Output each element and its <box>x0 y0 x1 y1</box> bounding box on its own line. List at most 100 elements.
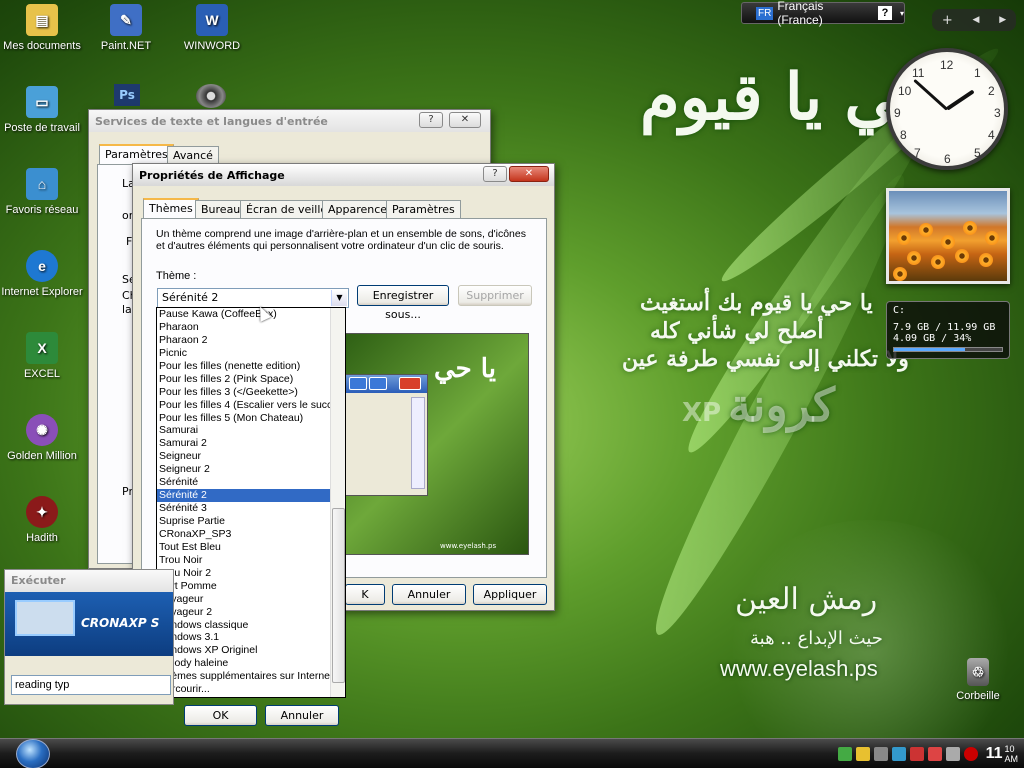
tray-volume-icon[interactable] <box>873 747 888 761</box>
tray-shield-icon[interactable] <box>855 747 870 761</box>
theme-option[interactable]: Picnic <box>157 347 345 360</box>
preview-calligraphy: يا حي <box>434 354 496 384</box>
theme-option[interactable]: Suprise Partie <box>157 515 345 528</box>
services-close-button[interactable]: ✕ <box>449 112 481 128</box>
tray-security-icon[interactable] <box>963 747 978 761</box>
theme-option[interactable]: Sérénité 3 <box>157 502 345 515</box>
theme-option[interactable]: Vert Pomme <box>157 580 345 593</box>
desktop-icon-poste-de-travail[interactable]: ▭ Poste de travail <box>0 86 84 134</box>
desktop-icon-excel[interactable]: X EXCEL <box>0 332 84 380</box>
dropdown-scroll-thumb[interactable] <box>332 508 345 683</box>
theme-option[interactable]: Windows classique <box>157 619 345 632</box>
theme-option[interactable]: Seigneur 2 <box>157 463 345 476</box>
media-icon[interactable] <box>196 84 226 108</box>
photo-gadget[interactable] <box>886 188 1010 284</box>
theme-option[interactable]: Sérénité 2 <box>157 489 345 503</box>
tab-ecran-de-veille[interactable]: Écran de veille <box>240 200 334 218</box>
theme-option[interactable]: Windows XP Originel <box>157 644 345 657</box>
tab-parametres[interactable]: Paramètres <box>99 144 174 164</box>
tray-update-icon[interactable] <box>909 747 924 761</box>
theme-option[interactable]: Pour les filles 2 (Pink Space) <box>157 373 345 386</box>
recycle-bin-icon: ♲ <box>967 658 989 686</box>
theme-option[interactable]: Pour les filles 4 (Escalier vers le succ <box>157 399 345 412</box>
sidebar-add-icon[interactable]: + <box>942 13 953 28</box>
tray-bluetooth-icon[interactable] <box>945 747 960 761</box>
theme-dropdown-list[interactable]: Pause Kawa (CoffeeBox) Pharaon Pharaon 2 Pi… <box>156 307 346 698</box>
theme-label: Thème : <box>156 270 197 282</box>
display-ok-button[interactable]: K <box>345 584 385 605</box>
desktop-icon-favoris-reseau[interactable]: ⌂ Favoris réseau <box>0 168 84 216</box>
theme-option[interactable]: Pour les filles 5 (Mon Chateau) <box>157 412 345 425</box>
clock-hour[interactable]: 11 <box>986 745 1003 763</box>
tab-themes[interactable]: Thèmes <box>143 198 199 218</box>
desktop-icon-internet-explorer[interactable]: e Internet Explorer <box>0 250 84 298</box>
desktop-icon-mes-documents[interactable]: ▤ Mes documents <box>0 4 84 52</box>
drive-gadget[interactable]: C: 7.9 GB / 11.99 GB 4.09 GB / 34% <box>886 301 1010 359</box>
desktop-icon-paintnet[interactable]: ✎ Paint.NET <box>84 4 168 52</box>
theme-option[interactable]: Windows 3.1 <box>157 631 345 644</box>
wallpaper-signature: رمش العين <box>735 582 878 617</box>
desktop-icon-corbeille[interactable]: ♲ Corbeille <box>936 658 1020 702</box>
clock-ampm: AM <box>1004 754 1019 764</box>
display-cancel-button[interactable]: Annuler <box>392 584 466 605</box>
language-label[interactable]: Français (France) <box>777 0 872 27</box>
theme-option[interactable]: Thèmes supplémentaires sur Internet <box>157 670 345 683</box>
save-as-button[interactable]: Enregistrer sous... <box>357 285 449 321</box>
display-close-button[interactable]: ✕ <box>509 166 549 182</box>
theme-option[interactable]: Sérénité <box>157 476 345 489</box>
services-help-button[interactable]: ? <box>419 112 443 128</box>
run-cancel-button[interactable]: Annuler <box>265 705 339 726</box>
theme-select[interactable]: Sérénité 2 ▼ <box>157 288 349 308</box>
theme-option[interactable]: Seigneur <box>157 450 345 463</box>
tray-network-icon[interactable] <box>837 747 852 761</box>
theme-option[interactable]: Voyageur 2 <box>157 606 345 619</box>
wallpaper-line-2: أصلح لي شأني كله <box>650 318 824 344</box>
display-title: Propriétés de Affichage <box>139 168 285 182</box>
desktop-icon-winword[interactable]: W WINWORD <box>170 4 254 52</box>
desktop-icon-golden-million[interactable]: ✺ Golden Million <box>0 414 84 462</box>
language-help-icon[interactable]: ? <box>878 6 892 20</box>
photoshop-icon[interactable]: Ps <box>114 84 140 106</box>
tab-avance[interactable]: Avancé <box>167 146 219 164</box>
theme-option[interactable]: Samurai <box>157 424 345 437</box>
theme-option[interactable]: Trou Noir <box>157 554 345 567</box>
theme-option[interactable]: Trou Noir 2 <box>157 567 345 580</box>
display-apply-button[interactable]: Appliquer <box>473 584 547 605</box>
run-ok-button[interactable]: OK <box>184 705 257 726</box>
dropdown-scrollbar[interactable] <box>330 308 345 697</box>
tray-antivirus-icon[interactable] <box>927 747 942 761</box>
language-bar[interactable]: FR Français (France) ? ▾ <box>741 0 905 27</box>
tab-parametres-affichage[interactable]: Paramètres <box>386 200 461 218</box>
sidebar-prev-icon[interactable]: ◀ <box>973 15 980 25</box>
run-banner: CRONAXP S <box>5 592 173 656</box>
drive-usage: 7.9 GB / 11.99 GB <box>893 322 996 333</box>
theme-option[interactable]: Pour les filles (nenette edition) <box>157 360 345 373</box>
sidebar-next-icon[interactable]: ▶ <box>999 15 1006 25</box>
theme-option[interactable]: Voyageur <box>157 593 345 606</box>
theme-option[interactable]: Pharaon 2 <box>157 334 345 347</box>
theme-option[interactable]: Woody haleine <box>157 657 345 670</box>
network-icon: ⌂ <box>26 168 58 200</box>
theme-option[interactable]: Pharaon <box>157 321 345 334</box>
desktop-icon-hadith[interactable]: ✦ Hadith <box>0 496 84 544</box>
tab-bureau[interactable]: Bureau <box>195 200 247 218</box>
theme-option[interactable]: Parcourir... <box>157 683 345 696</box>
run-dialog[interactable]: Exécuter CRONAXP S <box>4 569 174 705</box>
theme-option[interactable]: Pour les filles 3 (</Geekette>) <box>157 386 345 399</box>
start-button[interactable] <box>16 739 50 768</box>
tray-display-icon[interactable] <box>891 747 906 761</box>
run-input[interactable] <box>11 675 171 695</box>
clock-gadget[interactable]: 12 1 2 3 4 5 6 7 8 9 10 11 <box>886 48 1008 170</box>
tab-apparence[interactable]: Apparence <box>322 200 394 218</box>
computer-icon: ▭ <box>26 86 58 118</box>
theme-option[interactable]: Tout Est Bleu <box>157 541 345 554</box>
theme-option[interactable]: Pause Kawa (CoffeeBox) <box>157 308 345 321</box>
theme-option[interactable]: Samurai 2 <box>157 437 345 450</box>
preview-website: www.eyelash.ps <box>440 542 497 550</box>
display-help-button[interactable]: ? <box>483 166 507 182</box>
chevron-down-icon[interactable]: ▼ <box>331 290 347 306</box>
language-options-icon[interactable]: ▾ <box>900 9 904 18</box>
wallpaper-line-1: يا حي يا قيوم بك أستغيث <box>640 290 873 316</box>
theme-option[interactable]: CRonaXP_SP3 <box>157 528 345 541</box>
themes-description: Un thème comprend une image d'arrière-pl… <box>156 228 526 252</box>
